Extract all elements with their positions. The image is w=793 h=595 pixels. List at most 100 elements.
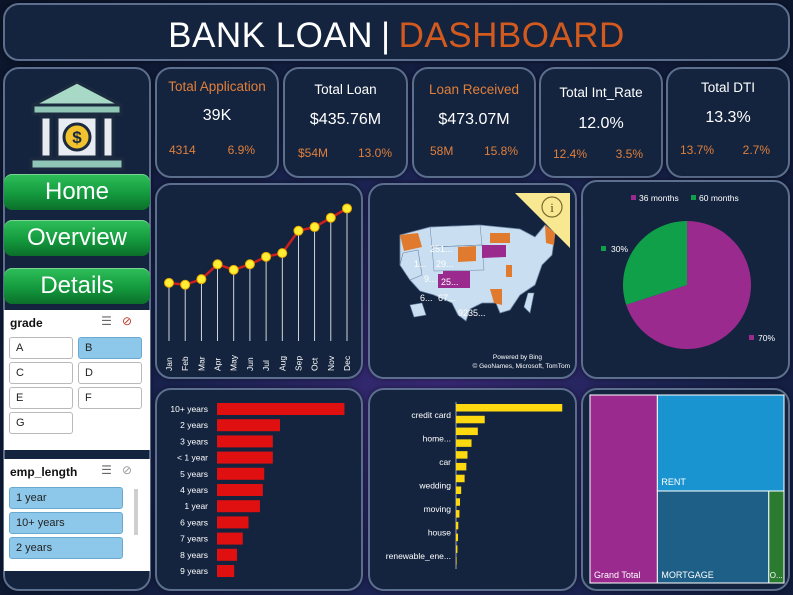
series-line [168,207,348,287]
bar [217,467,265,480]
title-bar: BANK LOAN | DASHBOARD [3,3,790,61]
grade-option-e[interactable]: E [9,387,73,409]
bar [217,484,263,496]
emp-option-1-year[interactable]: 1 year [9,487,123,509]
y-tick-label: credit card [411,410,451,420]
bar [217,435,273,448]
kpi-total-int-rate: Total Int_Rate 12.0% 12.4% 3.5% [539,67,663,178]
slicer-scrollbar[interactable] [134,489,138,535]
term-pie-chart: 36 months 60 months 70% 30% [581,180,790,379]
bar [456,439,472,447]
dashboard-title: BANK LOAN | DASHBOARD [5,16,788,56]
y-tick-label: 3 years [180,436,208,446]
kpi-total-loan: Total Loan $435.76M $54M 13.0% [283,67,408,178]
label-swatch [601,246,606,251]
grade-option-g[interactable]: G [9,412,73,434]
kpi-value: $435.76M [309,111,382,128]
y-tick-label: 5 years [180,469,208,479]
data-point [342,203,352,214]
grade-option-c[interactable]: C [9,362,73,384]
data-point [212,259,223,270]
y-tick-label: house [428,528,451,538]
kpi-mtd: $54M [298,146,329,160]
emp-length-bar-chart: 10+ years 2 years 3 years < 1 year 5 years 4 … [155,388,363,591]
kpi-title: Total DTI [700,80,755,95]
bar [456,545,458,553]
treemap-label: O... [770,571,783,580]
bar [456,510,460,518]
data-point [325,212,336,223]
kpi-mom: 13.0% [357,146,392,160]
title-right: DASHBOARD [398,16,625,55]
map-label: 67... [438,293,456,303]
emp-option-2-years[interactable]: 2 years [9,537,123,559]
multi-select-icon[interactable]: ☰ [101,314,122,328]
grade-option-d[interactable]: D [78,362,142,384]
kpi-title: Loan Received [428,82,520,97]
bar [456,498,461,506]
bar [217,548,238,561]
y-tick-label: < 1 year [177,453,208,463]
clear-filter-icon[interactable]: ⊘ [122,314,142,328]
kpi-value: 39K [202,107,232,124]
us-map: 251... 29... 1... 9... 25... 6... 67... … [399,193,570,370]
bar [217,516,249,529]
multi-select-icon[interactable]: ☰ [101,463,122,477]
bar [217,451,273,464]
kpi-loan-received: Loan Received $473.07M 58M 15.8% [412,67,536,178]
home-button[interactable]: Home [4,174,150,210]
grade-slicer: grade ☰⊘ A B C D E F G [4,310,150,450]
y-tick-label: car [439,457,451,467]
data-point [196,274,207,285]
grade-option-f[interactable]: F [78,387,142,409]
y-tick-label: 8 years [180,550,208,560]
map-label: 9235... [458,308,486,318]
purpose-bar-svg: credit card home... car wedding moving house r… [386,402,563,569]
pie-chart-svg: 36 months 60 months 70% 30% [601,193,775,349]
details-button[interactable]: Details [4,268,150,304]
data-point [293,225,304,236]
clear-filter-icon[interactable]: ⊘ [122,463,142,477]
data-point [261,251,272,262]
home-ownership-treemap: Grand Total RENT MORTGAGE O... [581,388,790,591]
bar [217,532,243,545]
kpi-total-application: Total Application 39K 4314 6.9% [155,67,279,178]
bar [456,474,465,483]
x-tick-label: Jan [164,357,174,371]
title-left: BANK LOAN [168,16,374,55]
map-label: 6... [420,293,433,303]
y-tick-label: 2 years [180,420,208,430]
monthly-trend-chart: Jan Feb Mar Apr May Jun Jul Aug Sep Oct Nov Dec [155,183,363,379]
bar [456,404,563,412]
purpose-bar-chart: credit card home... car wedding moving house r… [368,388,577,591]
overview-button[interactable]: Overview [4,220,150,256]
grade-option-a[interactable]: A [9,337,73,359]
slice-label: 30% [611,244,628,254]
legend-label: 60 months [699,193,739,203]
label-swatch [749,335,754,340]
treemap-cell [589,394,658,584]
map-label: 251... [430,244,453,254]
map-label: 29... [436,259,454,269]
x-tick-label: Mar [196,356,206,371]
kpi-mtd: 58M [430,144,454,158]
y-tick-label: 6 years [180,517,208,527]
grade-option-b[interactable]: B [78,337,142,359]
emp-length-slicer: emp_length ☰⊘ 1 year 10+ years 2 years [4,459,150,571]
bar [456,486,462,494]
x-tick-label: Oct [310,357,320,371]
bank-icon: $ [29,80,125,171]
map-label: 1... [414,259,427,269]
bar [217,565,235,577]
kpi-mtd: 13.7% [680,143,715,157]
x-tick-label: Feb [180,356,190,371]
x-tick-label: Jul [261,360,271,371]
x-tick-label: May [229,354,239,371]
bar [456,521,459,530]
y-tick-label: moving [424,504,452,514]
emp-option-10-years[interactable]: 10+ years [9,512,123,534]
svg-text:i: i [550,200,554,215]
slice-label: 70% [758,333,775,343]
y-tick-label: 7 years [180,534,208,544]
kpi-mom: 6.9% [227,143,255,157]
